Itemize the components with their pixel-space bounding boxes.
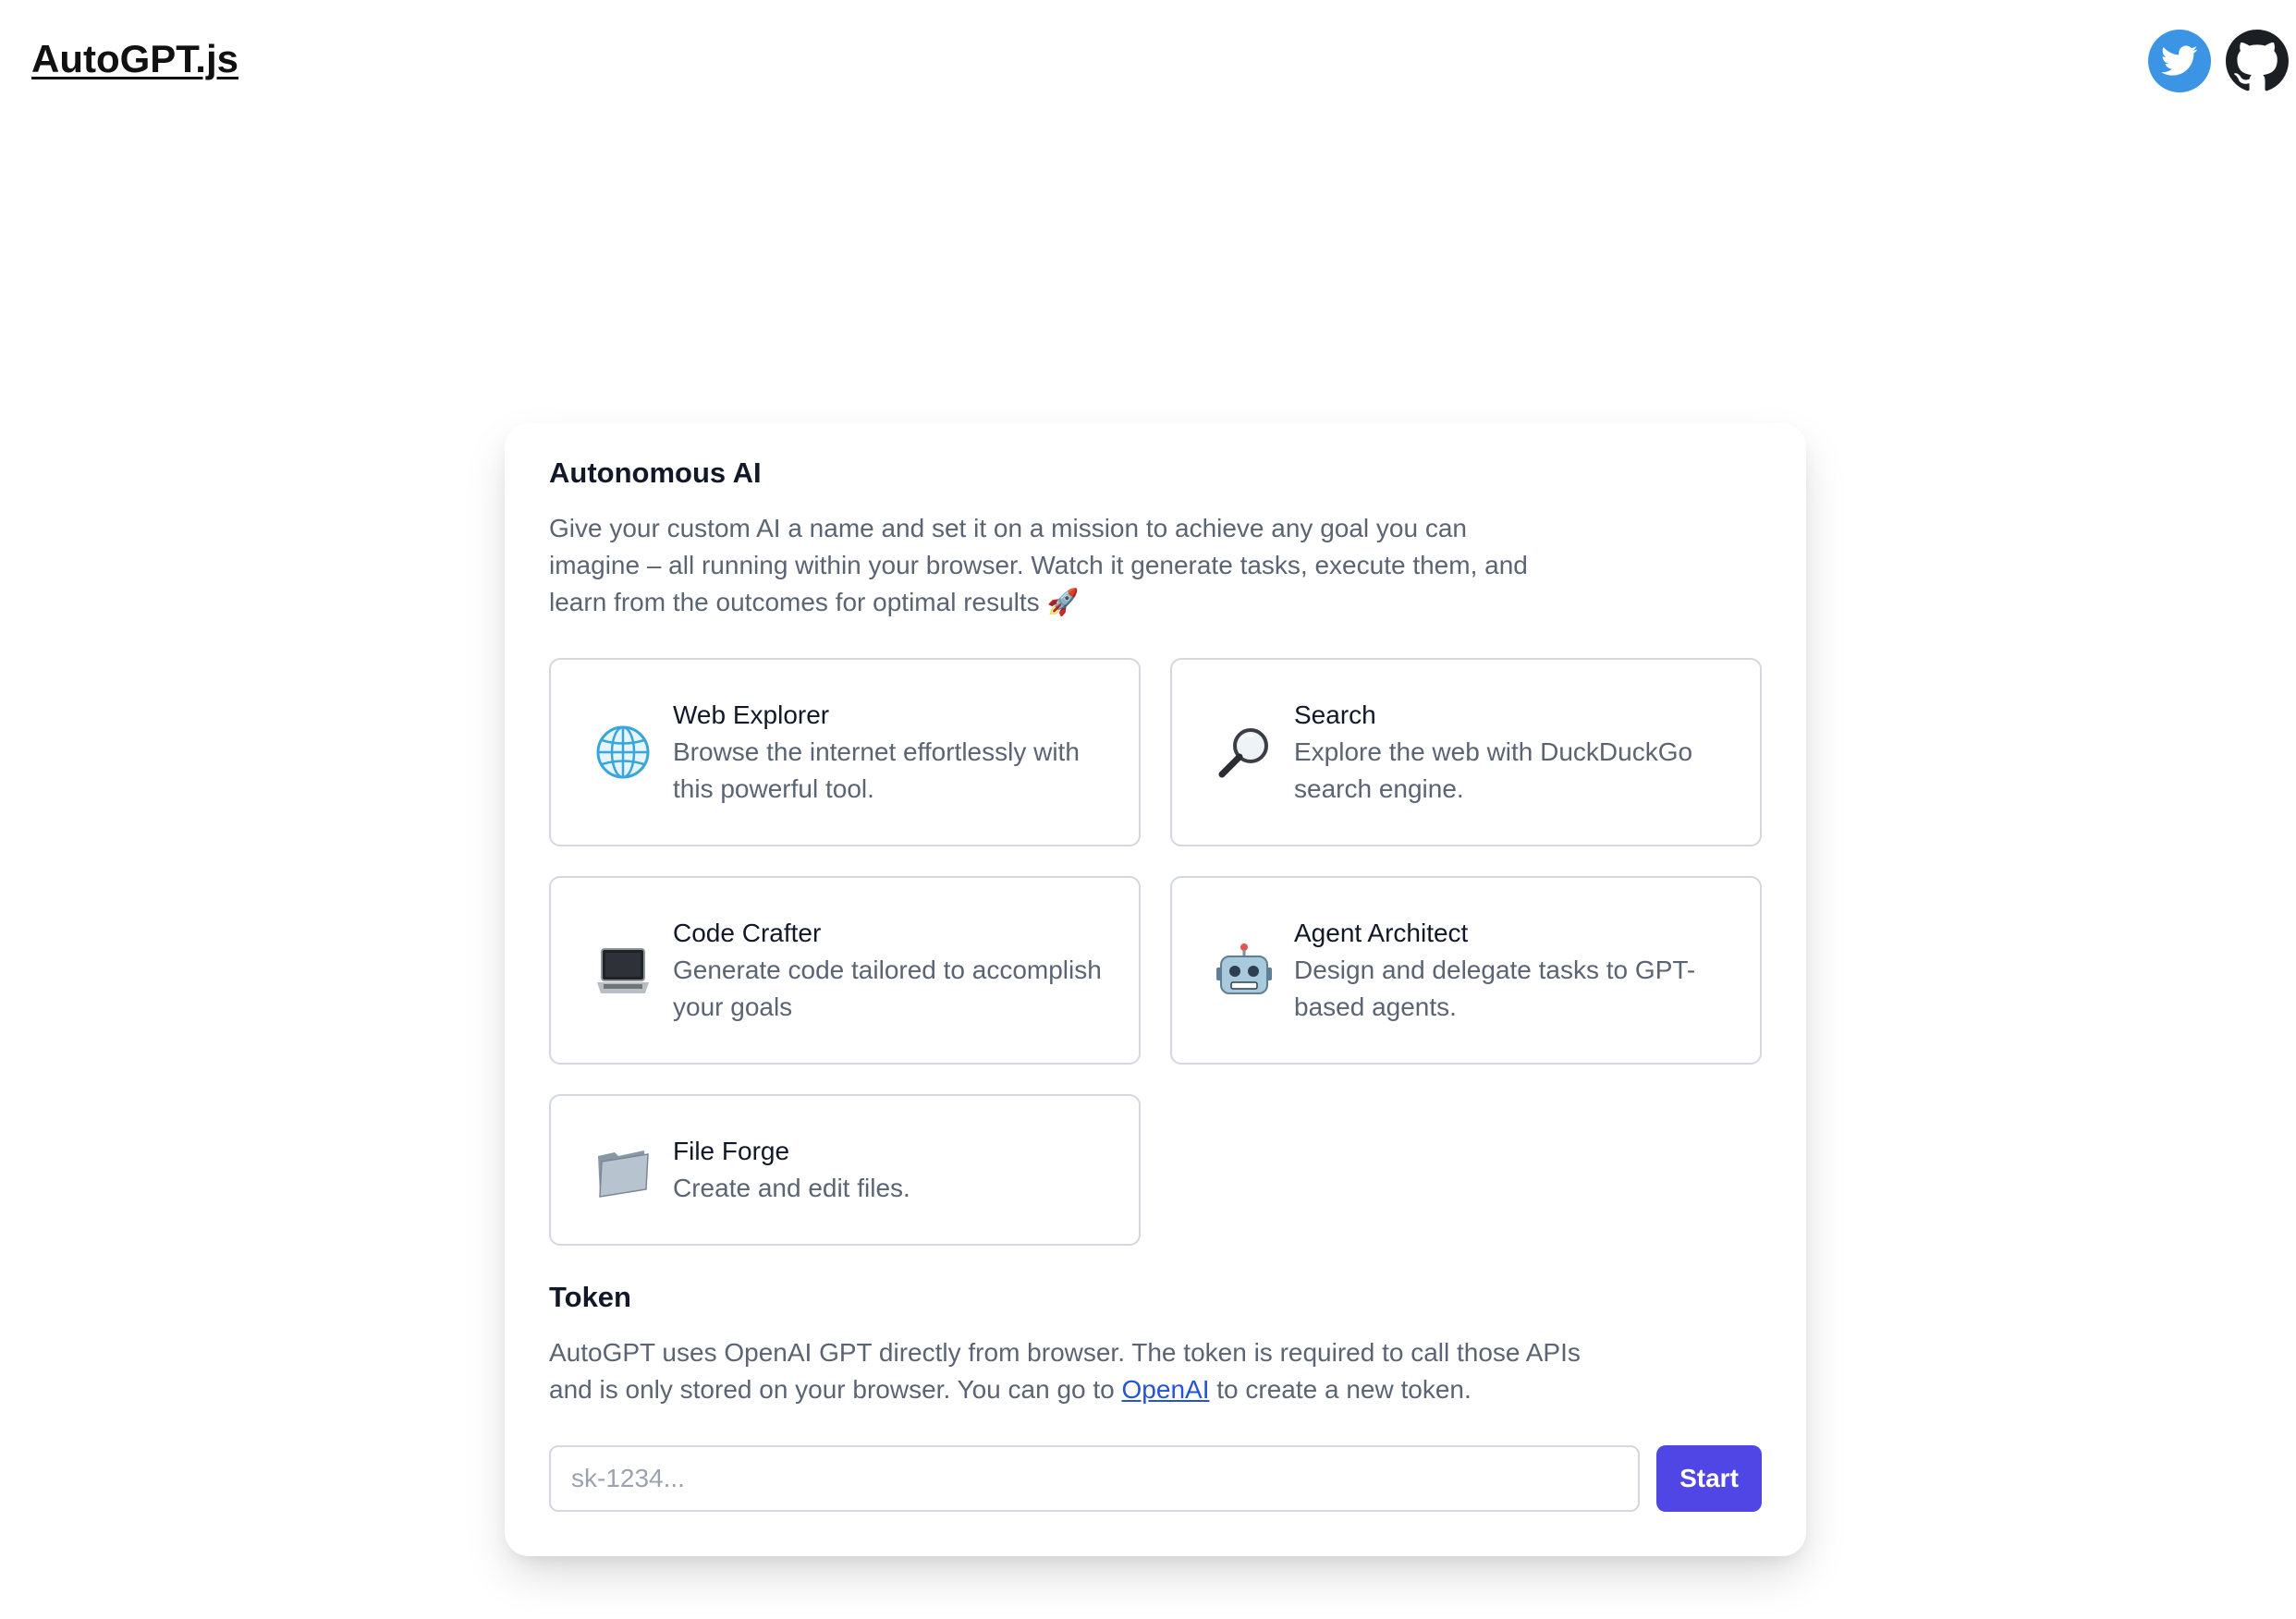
tool-name: Agent Architect — [1294, 919, 1469, 947]
github-icon — [2226, 30, 2289, 91]
tool-name: Web Explorer — [673, 700, 830, 729]
tool-card-search[interactable]: Search Explore the web with DuckDuckGo s… — [1170, 658, 1762, 846]
social-links — [2148, 30, 2289, 92]
token-title: Token — [549, 1281, 631, 1313]
tool-card-code-crafter[interactable]: Code Crafter Generate code tailored to a… — [549, 876, 1141, 1065]
folder-icon — [593, 1142, 653, 1201]
tool-description: Browse the internet effortlessly with th… — [673, 737, 1080, 803]
twitter-icon — [2161, 45, 2198, 76]
github-link[interactable] — [2226, 30, 2289, 92]
tool-name: Code Crafter — [673, 919, 822, 947]
tool-description: Design and delegate tasks to GPT-based a… — [1294, 956, 1696, 1021]
start-button[interactable]: Start — [1656, 1445, 1762, 1512]
tool-name: File Forge — [673, 1137, 790, 1165]
setup-card: Autonomous AI Give your custom AI a name… — [505, 423, 1806, 1556]
tool-card-web-explorer[interactable]: Web Explorer Browse the internet effortl… — [549, 658, 1141, 846]
tool-description: Explore the web with DuckDuckGo search e… — [1294, 737, 1693, 803]
tool-card-agent-architect[interactable]: Agent Architect Design and delegate task… — [1170, 876, 1762, 1065]
globe-icon — [593, 723, 653, 782]
laptop-icon — [593, 941, 653, 1000]
tool-description: Generate code tailored to accomplish you… — [673, 956, 1102, 1021]
top-bar: AutoGPT.js — [0, 0, 2296, 129]
tool-card-file-forge[interactable]: File Forge Create and edit files. — [549, 1094, 1141, 1246]
twitter-link[interactable] — [2148, 30, 2211, 92]
magnifier-icon — [1215, 723, 1274, 782]
token-description-text-end: to create a new token. — [1209, 1375, 1472, 1404]
tool-description: Create and edit files. — [673, 1174, 910, 1202]
token-description: AutoGPT uses OpenAI GPT directly from br… — [549, 1334, 1640, 1408]
robot-icon — [1215, 941, 1274, 1000]
tool-name: Search — [1294, 700, 1376, 729]
intro-title: Autonomous AI — [549, 456, 762, 489]
intro-description: Give your custom AI a name and set it on… — [549, 514, 1528, 616]
brand-link[interactable]: AutoGPT.js — [31, 37, 238, 81]
token-input[interactable] — [549, 1445, 1640, 1512]
openai-link[interactable]: OpenAI — [1122, 1375, 1210, 1404]
